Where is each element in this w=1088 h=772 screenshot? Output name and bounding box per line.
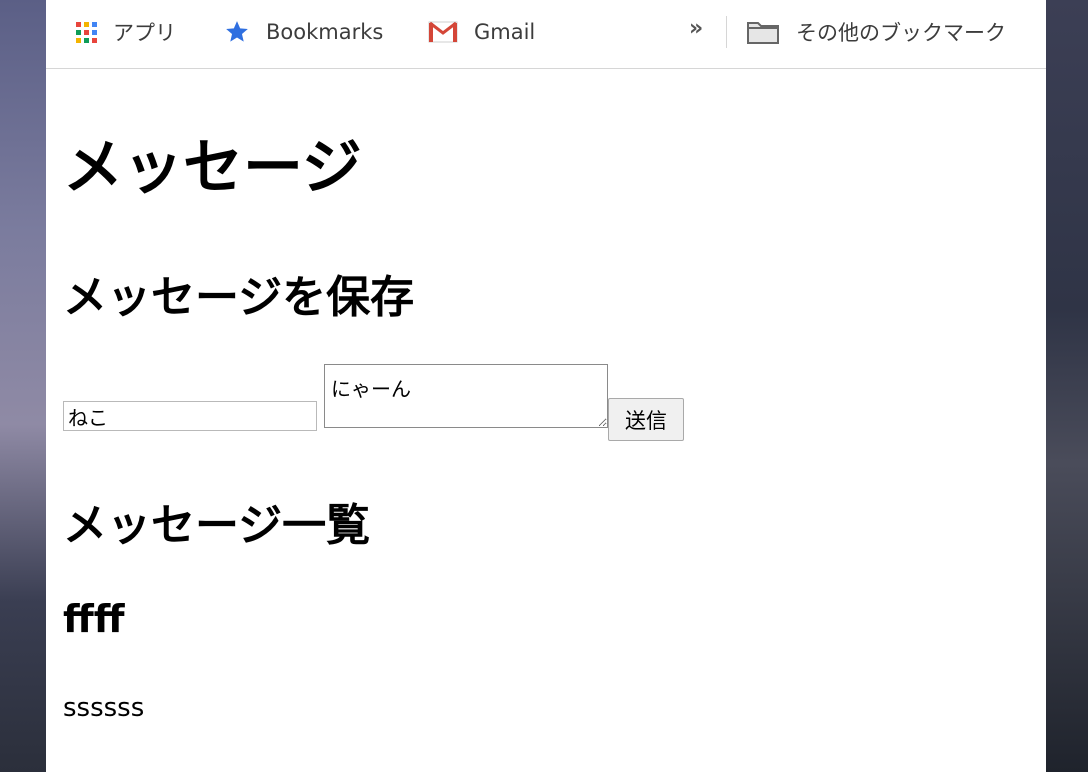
bookmarks-overflow-chevron[interactable]: » <box>689 16 703 41</box>
bookmark-gmail[interactable]: Gmail <box>428 0 535 64</box>
name-input[interactable] <box>63 401 317 431</box>
bookmarks-divider <box>726 16 727 48</box>
desktop-background <box>1046 0 1088 772</box>
message-title: ffff <box>63 597 125 641</box>
bookmarks-bar: アプリ Bookmarks Gmail » その他のブックマーク <box>46 0 1046 69</box>
bookmark-other-folder[interactable]: その他のブックマーク <box>746 0 1006 64</box>
send-button[interactable]: 送信 <box>608 398 684 441</box>
apps-grid-icon <box>76 21 97 43</box>
star-icon <box>226 21 248 42</box>
bookmark-bookmarks-label: Bookmarks <box>266 20 384 44</box>
browser-window: アプリ Bookmarks Gmail » その他のブックマーク メッセージ メ… <box>46 0 1046 772</box>
bookmark-bookmarks[interactable]: Bookmarks <box>224 0 383 64</box>
page-title: メッセージ <box>63 133 362 203</box>
message-body: ssssss <box>63 693 145 723</box>
folder-icon <box>747 22 779 44</box>
gmail-icon <box>428 21 458 43</box>
save-heading: メッセージを保存 <box>63 272 415 323</box>
message-textarea[interactable]: にゃーん <box>324 364 608 428</box>
bookmark-gmail-label: Gmail <box>474 20 536 44</box>
bookmark-apps[interactable]: アプリ <box>76 0 176 64</box>
bookmark-apps-label: アプリ <box>113 21 176 45</box>
bookmark-other-label: その他のブックマーク <box>796 21 1006 45</box>
message-list-heading: メッセージ一覧 <box>63 500 371 551</box>
